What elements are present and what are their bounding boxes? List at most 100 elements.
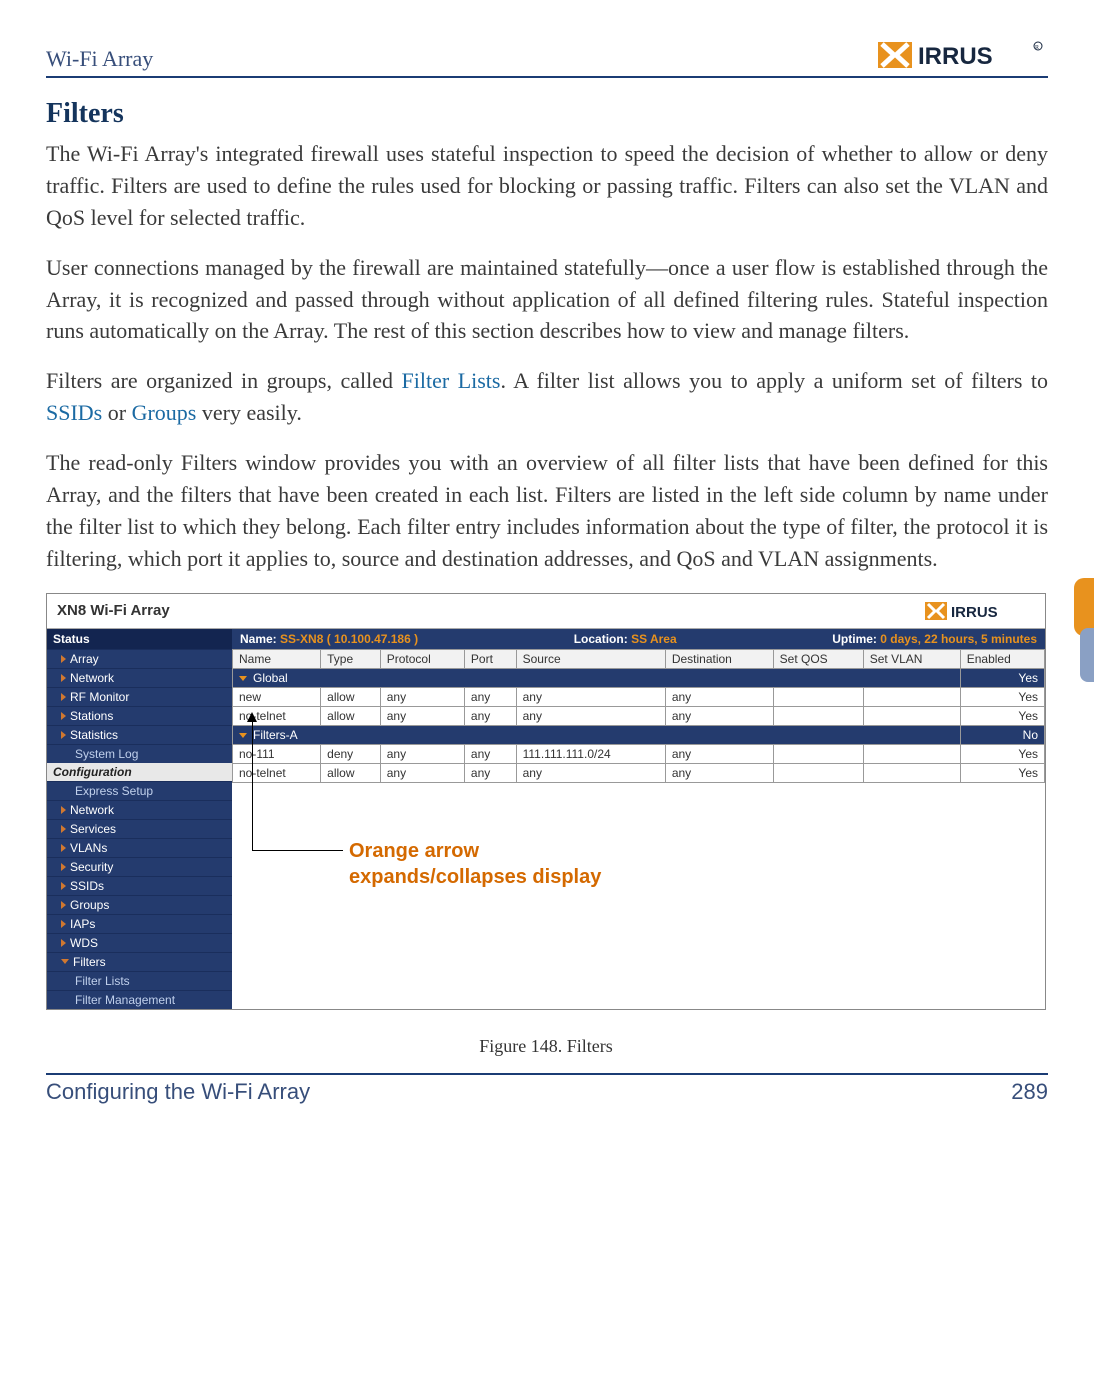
cell-dst: any <box>665 687 773 706</box>
sidebar-item-network[interactable]: Network <box>47 668 232 687</box>
sidebar-item-network-conf[interactable]: Network <box>47 800 232 819</box>
caret-right-icon <box>61 731 66 739</box>
sidebar-item-system-log[interactable]: System Log <box>47 744 232 763</box>
sidebar-status-header: Status <box>47 629 232 649</box>
sidebar-item-rf-monitor[interactable]: RF Monitor <box>47 687 232 706</box>
page-header: Wi-Fi Array IRRUS R <box>46 30 1048 78</box>
col-enabled: Enabled <box>960 649 1044 668</box>
col-type: Type <box>321 649 381 668</box>
col-port: Port <box>464 649 516 668</box>
cell-src: any <box>516 706 665 725</box>
cell-enabled: Yes <box>960 744 1044 763</box>
screenshot-titlebar: XN8 Wi-Fi Array IRRUS <box>47 594 1045 629</box>
paragraph-1: The Wi-Fi Array's integrated firewall us… <box>46 138 1048 234</box>
sidebar-item-label: SSIDs <box>70 879 104 893</box>
sidebar-item-label: Array <box>70 652 99 666</box>
sidebar-item-groups[interactable]: Groups <box>47 895 232 914</box>
sidebar-item-services[interactable]: Services <box>47 819 232 838</box>
sidebar-item-label: Statistics <box>70 728 118 742</box>
cell-src: any <box>516 763 665 782</box>
cell-proto: any <box>380 706 464 725</box>
sidebar-item-vlans[interactable]: VLANs <box>47 838 232 857</box>
sidebar-item-stations[interactable]: Stations <box>47 706 232 725</box>
caret-right-icon <box>61 882 66 890</box>
col-destination: Destination <box>665 649 773 668</box>
arrowhead-up-icon <box>247 712 257 722</box>
sidebar-item-label: Services <box>70 822 116 836</box>
table-row: no-telnet allow any any any any Yes <box>233 706 1045 725</box>
sidebar-item-label: System Log <box>75 747 138 761</box>
col-name: Name <box>233 649 321 668</box>
cell-name: new <box>233 687 321 706</box>
col-source: Source <box>516 649 665 668</box>
p3-text-d: very easily. <box>196 400 301 425</box>
link-filter-lists[interactable]: Filter Lists <box>402 368 501 393</box>
name-label: Name: <box>240 632 277 646</box>
callout-line <box>252 722 343 851</box>
xirrus-logo-small-icon: IRRUS <box>925 600 1035 622</box>
cell-dst: any <box>665 763 773 782</box>
screenshot-main: Name: SS-XN8 ( 10.100.47.186 ) Location:… <box>232 629 1045 1009</box>
svg-text:R: R <box>1035 45 1039 51</box>
link-groups[interactable]: Groups <box>132 400 197 425</box>
sidebar-item-filter-management[interactable]: Filter Management <box>47 990 232 1009</box>
table-row: new allow any any any any Yes <box>233 687 1045 706</box>
caret-right-icon <box>61 920 66 928</box>
name-value: SS-XN8 ( 10.100.47.186 ) <box>280 632 418 646</box>
cell-vlan <box>863 763 960 782</box>
sidebar-item-express-setup[interactable]: Express Setup <box>47 781 232 800</box>
orange-caret-down-icon <box>239 676 247 681</box>
caret-right-icon <box>61 806 66 814</box>
sidebar-item-label: Network <box>70 671 114 685</box>
link-ssids[interactable]: SSIDs <box>46 400 102 425</box>
page-edge-tabs <box>1074 578 1094 682</box>
sidebar-item-filter-lists[interactable]: Filter Lists <box>47 971 232 990</box>
screenshot-container: XN8 Wi-Fi Array IRRUS Status Array Netwo… <box>46 593 1046 1010</box>
caret-right-icon <box>61 844 66 852</box>
uptime-value: 0 days, 22 hours, 5 minutes <box>880 632 1037 646</box>
brand-logo: IRRUS R <box>878 38 1048 72</box>
sidebar-item-array[interactable]: Array <box>47 649 232 668</box>
sidebar-item-label: IAPs <box>70 917 95 931</box>
sidebar-item-iaps[interactable]: IAPs <box>47 914 232 933</box>
cell-port: any <box>464 706 516 725</box>
xirrus-logo-icon: IRRUS R <box>878 38 1048 72</box>
sidebar-item-security[interactable]: Security <box>47 857 232 876</box>
group-enabled: Yes <box>960 668 1044 687</box>
cell-dst: any <box>665 706 773 725</box>
svg-text:IRRUS: IRRUS <box>918 43 993 70</box>
cell-vlan <box>863 744 960 763</box>
paragraph-3: Filters are organized in groups, called … <box>46 365 1048 429</box>
page-footer: Configuring the Wi-Fi Array 289 <box>46 1073 1048 1105</box>
sidebar-item-label: Filter Management <box>75 993 175 1007</box>
sidebar-item-wds[interactable]: WDS <box>47 933 232 952</box>
cell-proto: any <box>380 744 464 763</box>
callout-line-2: expands/collapses display <box>349 864 601 890</box>
filters-table: Name Type Protocol Port Source Destinati… <box>232 649 1045 783</box>
sidebar-item-ssids[interactable]: SSIDs <box>47 876 232 895</box>
caret-right-icon <box>61 693 66 701</box>
sidebar-item-statistics[interactable]: Statistics <box>47 725 232 744</box>
sidebar-item-label: WDS <box>70 936 98 950</box>
sidebar-item-label: Stations <box>70 709 113 723</box>
cell-port: any <box>464 687 516 706</box>
cell-qos <box>773 687 863 706</box>
blue-tab <box>1080 628 1094 682</box>
svg-text:IRRUS: IRRUS <box>951 604 998 621</box>
group-row-global[interactable]: Global Yes <box>233 668 1045 687</box>
table-row: no-111 deny any any 111.111.111.0/24 any… <box>233 744 1045 763</box>
sidebar-item-filters[interactable]: Filters <box>47 952 232 971</box>
cell-vlan <box>863 687 960 706</box>
sidebar-item-label: Filter Lists <box>75 974 130 988</box>
caret-down-icon <box>61 959 69 964</box>
group-row-filters-a[interactable]: Filters-A No <box>233 725 1045 744</box>
cell-port: any <box>464 744 516 763</box>
page-number: 289 <box>1011 1079 1048 1105</box>
cell-proto: any <box>380 763 464 782</box>
caret-right-icon <box>61 674 66 682</box>
p3-text-a: Filters are organized in groups, called <box>46 368 402 393</box>
caret-right-icon <box>61 863 66 871</box>
cell-proto: any <box>380 687 464 706</box>
sidebar-item-label: VLANs <box>70 841 107 855</box>
footer-section: Configuring the Wi-Fi Array <box>46 1079 310 1105</box>
